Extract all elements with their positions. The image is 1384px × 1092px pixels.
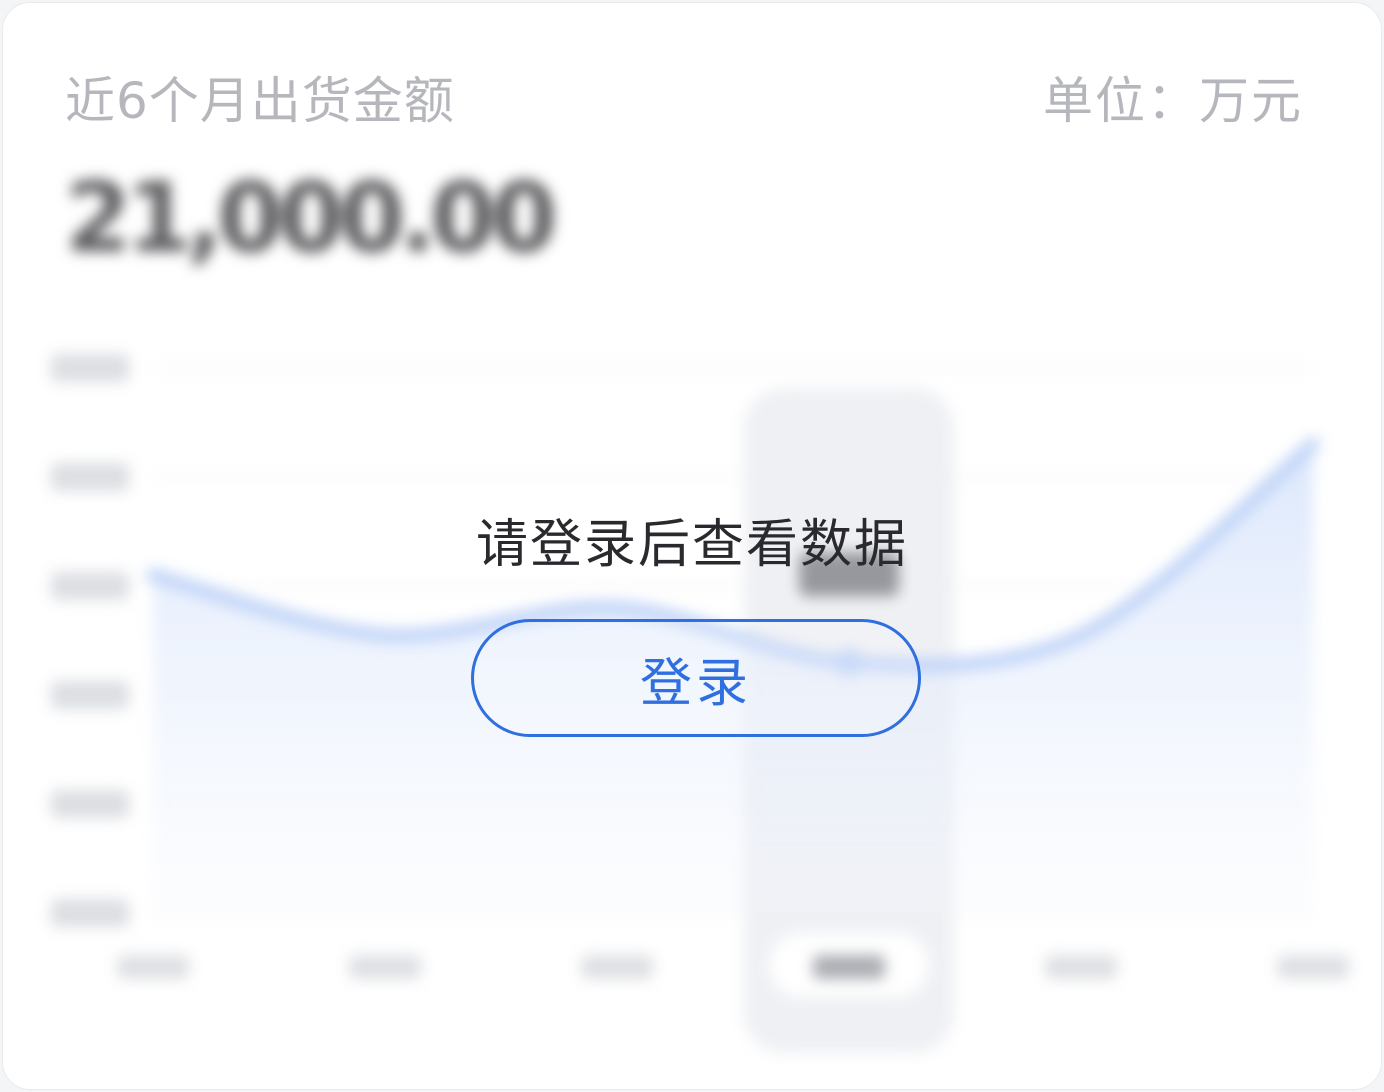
login-button[interactable]: 登录: [471, 619, 921, 737]
login-prompt-text: 请登录后查看数据: [475, 515, 908, 575]
login-button-label: 登录: [639, 653, 752, 714]
shipment-amount-card: 近6个月出货金额 单位：万元 21,000.00 请登录后查看数据 登录: [2, 2, 1382, 1090]
